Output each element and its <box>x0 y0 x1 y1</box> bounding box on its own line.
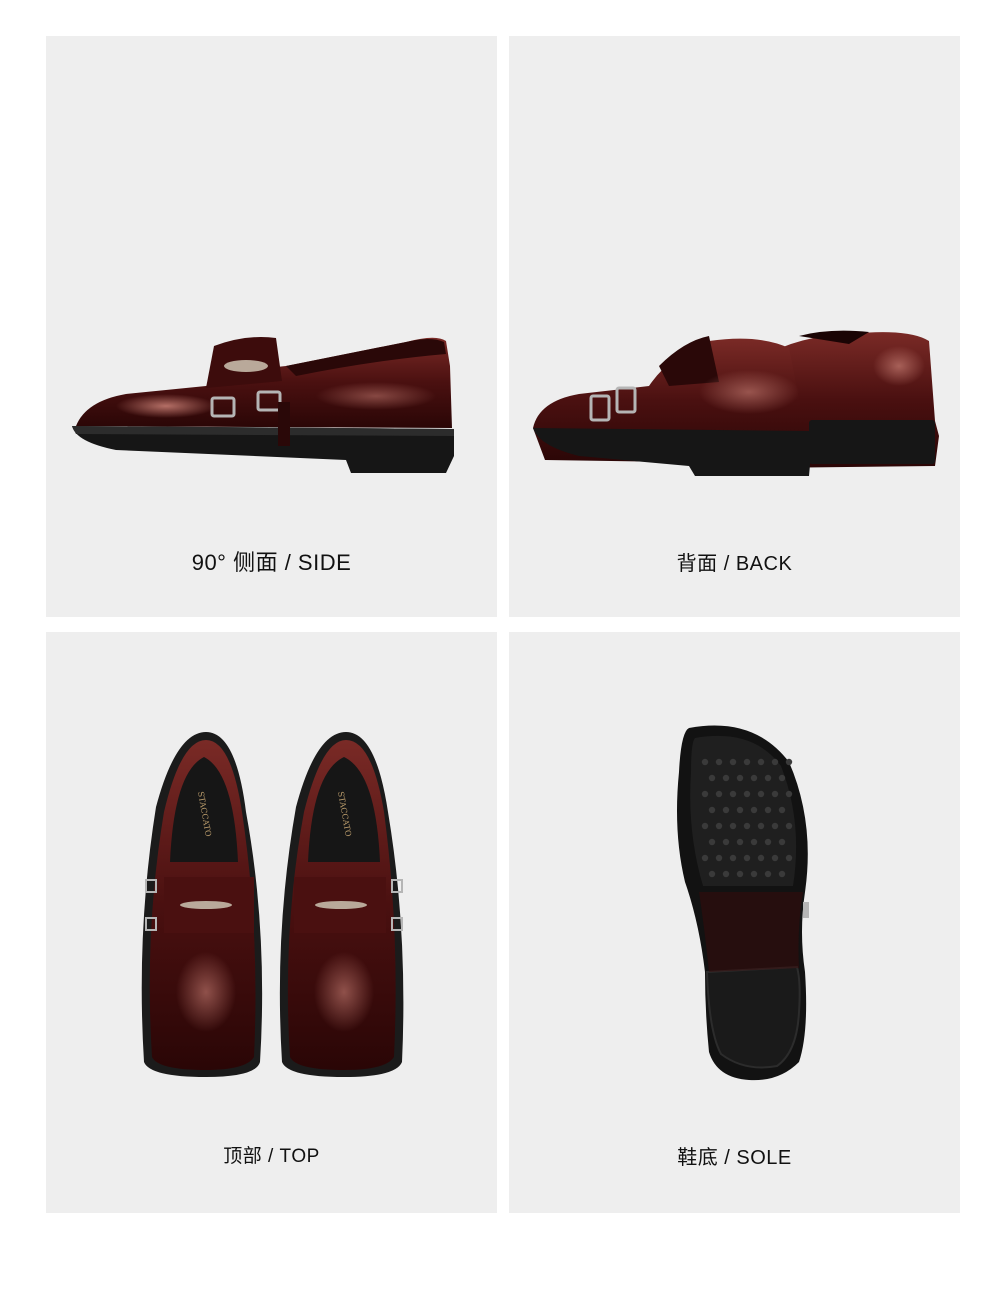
sole-stud <box>771 790 779 798</box>
sole-stud <box>701 790 709 798</box>
sole-stud <box>743 790 751 798</box>
sole-stud <box>715 790 723 798</box>
sole-stud <box>750 870 758 878</box>
sole-stud <box>722 774 730 782</box>
sole-stud <box>736 838 744 846</box>
sole-stud <box>722 806 730 814</box>
sole-stud <box>708 806 716 814</box>
top-caption: 顶部 / TOP <box>223 1146 320 1167</box>
back-caption: 背面 / BACK <box>676 553 793 575</box>
sole-stud <box>701 822 709 830</box>
sole-stud <box>757 822 765 830</box>
sole-stud <box>750 806 758 814</box>
side-caption: 90° 侧面 / SIDE <box>191 550 352 575</box>
sole-stud <box>729 758 737 766</box>
sole-stud <box>729 854 737 862</box>
sole-stud <box>736 774 744 782</box>
sole-stud <box>785 790 793 798</box>
shoe-side-image <box>72 337 454 473</box>
sole-stud <box>743 822 751 830</box>
sole-stud <box>757 854 765 862</box>
sole-stud <box>771 758 779 766</box>
sole-view-panel: 鞋底 / SOLE <box>509 632 960 1213</box>
sole-stud <box>715 854 723 862</box>
sole-stud <box>778 838 786 846</box>
sole-stud <box>778 774 786 782</box>
shoe-top-image: STACCATO STACCATO <box>141 732 404 1077</box>
top-view-panel: STACCATO STACCATO 顶部 / TOP <box>46 632 497 1213</box>
sole-caption: 鞋底 / SOLE <box>677 1147 792 1169</box>
sole-stud <box>729 790 737 798</box>
side-view-panel: 90° 侧面 / SIDE <box>46 36 497 617</box>
sole-stud <box>729 822 737 830</box>
sole-stud <box>708 870 716 878</box>
shoe-back-image <box>533 330 939 476</box>
sole-stud <box>778 870 786 878</box>
sole-stud <box>701 854 709 862</box>
sole-stud <box>757 790 765 798</box>
sole-stud <box>736 870 744 878</box>
sole-stud <box>764 870 772 878</box>
sole-stud <box>715 822 723 830</box>
sole-stud <box>764 838 772 846</box>
sole-stud <box>701 758 709 766</box>
sole-stud <box>708 774 716 782</box>
sole-stud <box>785 854 793 862</box>
sole-stud <box>722 838 730 846</box>
sole-stud <box>757 758 765 766</box>
sole-stud <box>743 758 751 766</box>
sole-stud <box>764 774 772 782</box>
sole-stud <box>736 806 744 814</box>
shoe-sole-image <box>677 725 809 1081</box>
sole-stud <box>743 854 751 862</box>
sole-stud <box>785 822 793 830</box>
sole-stud <box>722 870 730 878</box>
sole-stud <box>715 758 723 766</box>
sole-stud <box>750 838 758 846</box>
sole-stud <box>778 806 786 814</box>
back-view-panel: 背面 / BACK <box>509 36 960 617</box>
sole-stud <box>771 854 779 862</box>
sole-stud <box>785 758 793 766</box>
sole-stud <box>708 838 716 846</box>
sole-stud <box>764 806 772 814</box>
sole-stud <box>771 822 779 830</box>
sole-stud <box>750 774 758 782</box>
